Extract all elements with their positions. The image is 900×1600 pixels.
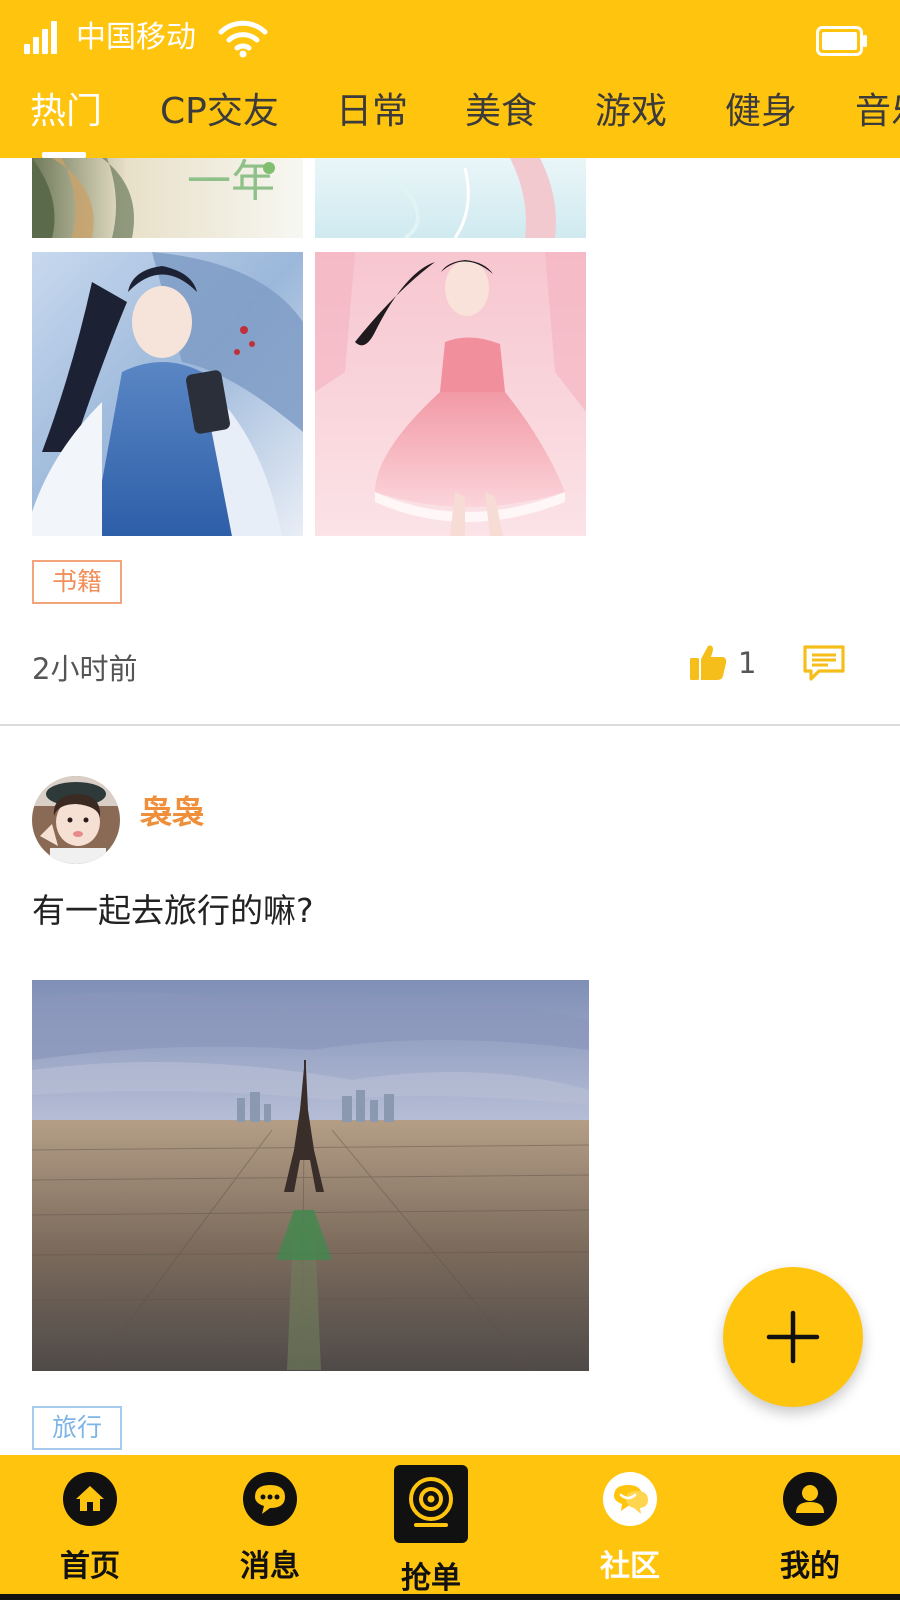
post-image[interactable] bbox=[32, 980, 589, 1371]
svg-text:一年: 一年 bbox=[187, 158, 275, 207]
carrier-name: 中国移动 bbox=[76, 20, 196, 55]
nav-profile[interactable]: 我的 bbox=[750, 1455, 870, 1600]
category-tabs: 热门 CP交友 日常 美食 游戏 健身 音乐 bbox=[0, 80, 900, 158]
tab-food[interactable]: 美食 bbox=[465, 88, 537, 136]
status-bar: 中国移动 bbox=[0, 0, 900, 80]
nav-community[interactable]: 社区 bbox=[570, 1455, 690, 1600]
home-indicator bbox=[0, 1594, 900, 1600]
bottom-nav: 首页 消息 抢单 社区 我的 bbox=[0, 1455, 900, 1600]
thumbs-up-icon[interactable] bbox=[688, 642, 728, 682]
like-count: 1 bbox=[738, 646, 757, 680]
username[interactable]: 袅袅 bbox=[140, 787, 204, 833]
nav-grab-order-label: 抢单 bbox=[401, 1561, 461, 1596]
post-text: 有一起去旅行的嘛? bbox=[32, 891, 314, 930]
avatar[interactable] bbox=[32, 776, 120, 864]
post-time: 2小时前 bbox=[32, 652, 138, 686]
add-post-button[interactable] bbox=[723, 1267, 863, 1407]
post-divider bbox=[0, 724, 900, 726]
tab-music[interactable]: 音乐 bbox=[855, 88, 900, 136]
tab-cp-friends[interactable]: CP交友 bbox=[160, 88, 279, 136]
nav-grab-order[interactable]: 抢单 bbox=[371, 1455, 491, 1600]
nav-messages-label: 消息 bbox=[240, 1549, 300, 1584]
signal-bars-icon bbox=[24, 20, 58, 54]
nav-profile-label: 我的 bbox=[780, 1549, 840, 1584]
wifi-icon bbox=[218, 20, 268, 58]
tab-daily[interactable]: 日常 bbox=[336, 88, 408, 136]
app-root: 中国移动 热门 CP交友 日常 美食 游戏 健身 音乐 bbox=[0, 0, 900, 1600]
tab-hot[interactable]: 热门 bbox=[30, 88, 102, 136]
comment-icon[interactable] bbox=[802, 644, 846, 682]
feed[interactable]: 一年 书籍 2小时前 1 袅袅 有一起去旅行的嘛? 旅行 bbox=[0, 158, 900, 1455]
nav-community-label: 社区 bbox=[600, 1549, 660, 1584]
plus-icon bbox=[766, 1310, 820, 1364]
nav-home[interactable]: 首页 bbox=[30, 1455, 150, 1600]
community-icon bbox=[603, 1472, 657, 1526]
post-tag[interactable]: 旅行 bbox=[32, 1406, 123, 1450]
post-image[interactable] bbox=[315, 158, 586, 238]
post-image[interactable]: 一年 bbox=[32, 158, 303, 238]
post-image[interactable] bbox=[315, 252, 586, 536]
nav-messages[interactable]: 消息 bbox=[210, 1455, 330, 1600]
tab-games[interactable]: 游戏 bbox=[595, 88, 667, 136]
post-tag[interactable]: 书籍 bbox=[32, 560, 123, 604]
home-icon bbox=[63, 1472, 117, 1526]
chat-icon bbox=[243, 1472, 297, 1526]
tab-fitness[interactable]: 健身 bbox=[725, 88, 797, 136]
nav-home-label: 首页 bbox=[60, 1549, 120, 1584]
battery-icon bbox=[816, 26, 867, 56]
profile-icon bbox=[783, 1472, 837, 1526]
post-image[interactable] bbox=[32, 252, 303, 536]
